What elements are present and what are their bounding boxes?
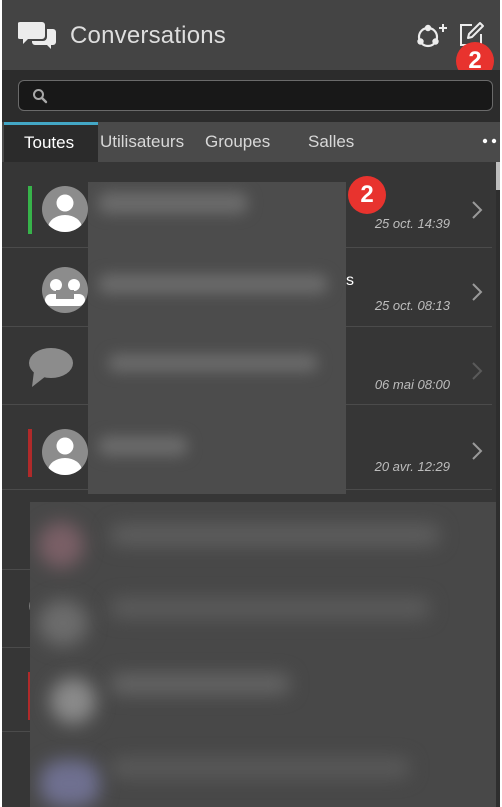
- user-avatar-icon: [42, 429, 88, 475]
- add-group-icon[interactable]: [410, 22, 450, 50]
- status-indicator: [28, 186, 32, 234]
- unread-badge: 2: [348, 176, 386, 214]
- chevron-right-icon: [472, 362, 483, 380]
- header: Conversations 2: [2, 0, 500, 80]
- chevron-right-icon: [472, 283, 483, 301]
- chat-bubbles-icon: [18, 22, 56, 49]
- search-input[interactable]: [18, 80, 493, 111]
- chevron-right-icon: [472, 201, 483, 219]
- more-options-icon[interactable]: [482, 136, 498, 146]
- chevron-right-icon: [472, 442, 483, 460]
- tab-utilisateurs[interactable]: Utilisateurs: [100, 122, 184, 162]
- conversation-snippet: s: [346, 272, 354, 289]
- scrollbar-thumb[interactable]: [496, 162, 500, 190]
- status-indicator: [28, 429, 32, 477]
- user-avatar-icon: [42, 186, 88, 232]
- tab-groupes[interactable]: Groupes: [205, 122, 270, 162]
- tab-bar: Toutes Utilisateurs Groupes Salles: [2, 122, 500, 162]
- search-bar: [2, 70, 500, 122]
- redacted-region: [30, 502, 500, 807]
- search-icon: [33, 89, 48, 104]
- conversation-list: 25 oct. 14:39 s 25 oct. 08:13 06 mai 08:…: [2, 162, 500, 807]
- conversation-time: 25 oct. 14:39: [374, 216, 450, 231]
- conversation-time: 25 oct. 08:13: [374, 298, 450, 313]
- tab-toutes[interactable]: Toutes: [4, 122, 98, 162]
- chat-bubble-avatar-icon: [29, 348, 73, 387]
- conversation-time: 20 avr. 12:29: [374, 459, 450, 474]
- redacted-region: [88, 182, 346, 494]
- app-window: Conversations 2 Toutes Utilisateurs Grou…: [2, 0, 500, 807]
- conversation-time: 06 mai 08:00: [374, 377, 450, 392]
- group-avatar-icon: [42, 267, 88, 313]
- page-title: Conversations: [70, 22, 227, 49]
- scrollbar-track[interactable]: [496, 162, 500, 807]
- tab-salles[interactable]: Salles: [308, 122, 354, 162]
